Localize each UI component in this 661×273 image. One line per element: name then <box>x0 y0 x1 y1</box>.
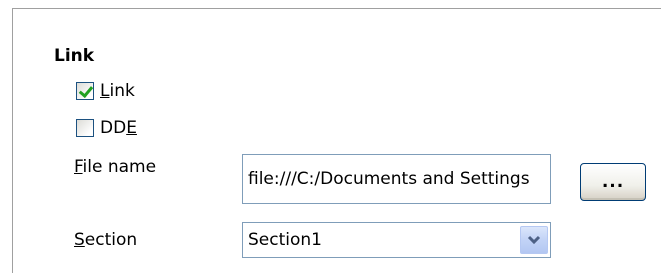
link-checkbox[interactable] <box>76 82 94 100</box>
dde-checkbox[interactable] <box>76 119 94 137</box>
file-name-value: file:///C:/Documents and Settings <box>248 169 530 189</box>
dde-checkbox-label[interactable]: DDE <box>100 118 137 138</box>
browse-button[interactable]: ... <box>580 163 646 201</box>
checkmark-icon <box>78 82 94 99</box>
section-heading-link: Link <box>54 46 95 66</box>
file-name-input[interactable]: file:///C:/Documents and Settings <box>242 154 551 204</box>
dde-checkbox-row[interactable]: DDE <box>76 117 137 139</box>
chevron-down-icon <box>527 235 541 245</box>
section-label: Section <box>74 230 137 250</box>
dde-label-prefix: DD <box>100 118 127 138</box>
file-name-label-mnemonic: F <box>74 157 83 177</box>
link-checkbox-row[interactable]: Link <box>76 80 135 102</box>
section-select[interactable]: Section1 <box>242 222 551 258</box>
link-label-rest: ink <box>109 81 135 101</box>
file-name-label: File name <box>74 157 156 177</box>
section-label-mnemonic: S <box>74 230 85 250</box>
dialog-canvas: Link Link DDE File name file:///C:/Docum… <box>0 0 661 273</box>
link-checkbox-label[interactable]: Link <box>100 81 135 101</box>
dde-label-mnemonic: E <box>126 118 137 138</box>
section-dropdown-button[interactable] <box>520 226 548 254</box>
file-name-label-rest: ile name <box>82 157 157 177</box>
section-select-value: Section1 <box>248 230 322 250</box>
section-label-rest: ection <box>84 230 138 250</box>
